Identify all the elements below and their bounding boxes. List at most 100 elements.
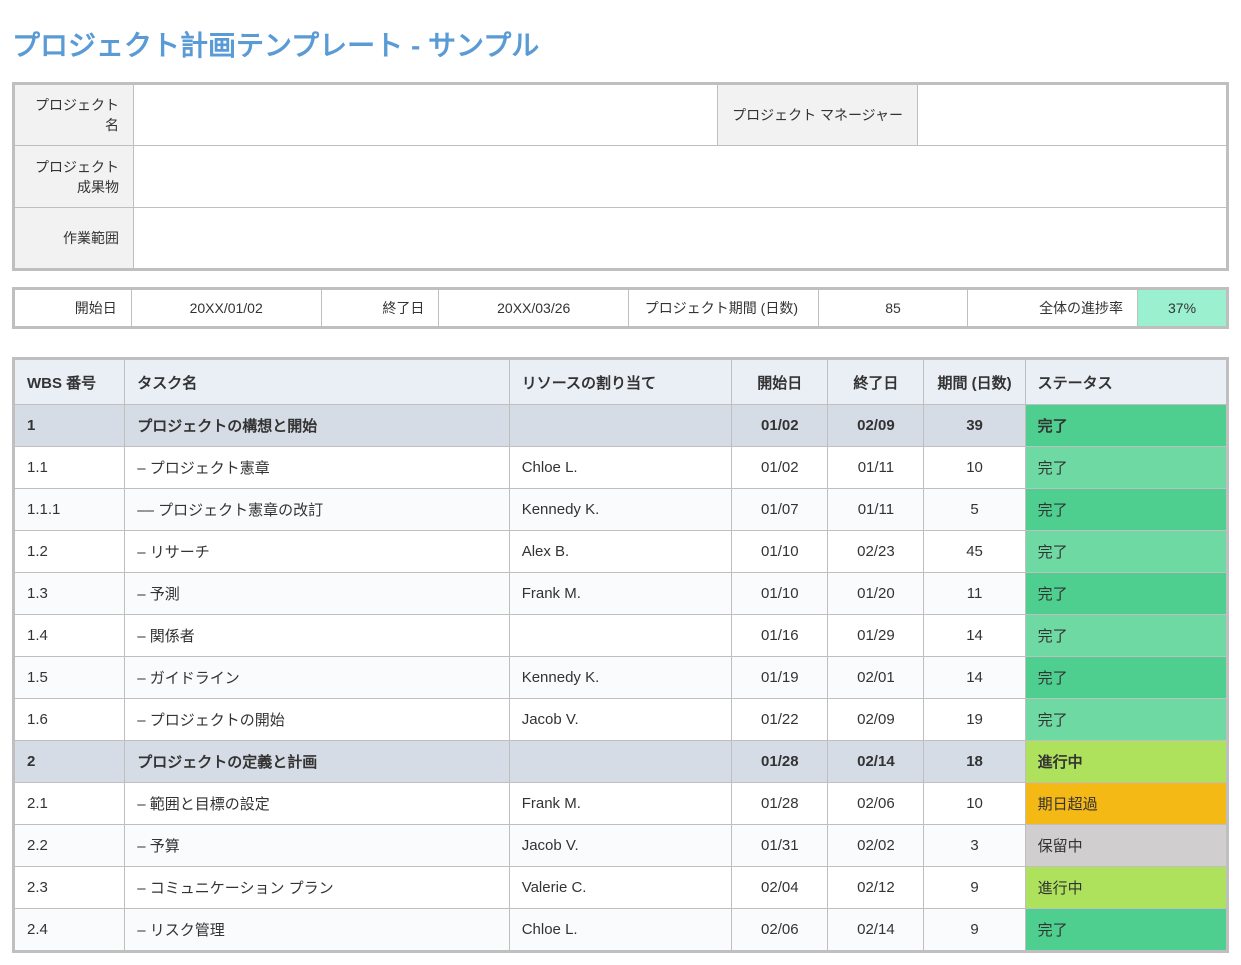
end-date-value: 20XX/03/26 <box>439 289 629 328</box>
start-date-value: 20XX/01/02 <box>131 289 321 328</box>
cell-duration: 39 <box>924 405 1025 447</box>
header-task: タスク名 <box>125 359 509 405</box>
cell-task: – コミュニケーション プラン <box>125 867 509 909</box>
cell-duration: 5 <box>924 489 1025 531</box>
scope-label: 作業範囲 <box>14 208 134 270</box>
scope-value[interactable] <box>134 208 1228 270</box>
cell-start: 01/16 <box>732 615 828 657</box>
cell-end: 02/01 <box>828 657 924 699</box>
deliverable-label: プロジェクト 成果物 <box>14 146 134 208</box>
table-row: 2プロジェクトの定義と計画01/2802/1418進行中 <box>14 741 1228 783</box>
cell-end: 01/11 <box>828 489 924 531</box>
cell-wbs: 2.4 <box>14 909 125 952</box>
header-duration: 期間 (日数) <box>924 359 1025 405</box>
cell-resource: Kennedy K. <box>509 489 732 531</box>
cell-task: – 予算 <box>125 825 509 867</box>
table-row: 1.3– 予測Frank M.01/1001/2011完了 <box>14 573 1228 615</box>
cell-duration: 14 <box>924 615 1025 657</box>
cell-end: 01/11 <box>828 447 924 489</box>
table-row: 1.1.1–– プロジェクト憲章の改訂Kennedy K.01/0701/115… <box>14 489 1228 531</box>
cell-start: 01/02 <box>732 447 828 489</box>
cell-wbs: 1.3 <box>14 573 125 615</box>
cell-duration: 9 <box>924 909 1025 952</box>
cell-duration: 18 <box>924 741 1025 783</box>
cell-status: 完了 <box>1025 657 1227 699</box>
table-row: 1プロジェクトの構想と開始01/0202/0939完了 <box>14 405 1228 447</box>
table-row: 2.1– 範囲と目標の設定Frank M.01/2802/0610期日超過 <box>14 783 1228 825</box>
cell-wbs: 1 <box>14 405 125 447</box>
cell-start: 01/10 <box>732 573 828 615</box>
cell-start: 01/31 <box>732 825 828 867</box>
cell-start: 01/10 <box>732 531 828 573</box>
header-wbs: WBS 番号 <box>14 359 125 405</box>
cell-resource: Frank M. <box>509 573 732 615</box>
cell-resource <box>509 741 732 783</box>
start-date-label: 開始日 <box>14 289 132 328</box>
cell-duration: 19 <box>924 699 1025 741</box>
cell-wbs: 1.6 <box>14 699 125 741</box>
cell-wbs: 2.2 <box>14 825 125 867</box>
cell-task: – 範囲と目標の設定 <box>125 783 509 825</box>
cell-status: 完了 <box>1025 699 1227 741</box>
cell-status: 進行中 <box>1025 867 1227 909</box>
cell-task: プロジェクトの定義と計画 <box>125 741 509 783</box>
table-row: 1.4– 関係者01/1601/2914完了 <box>14 615 1228 657</box>
cell-status: 保留中 <box>1025 825 1227 867</box>
cell-resource <box>509 615 732 657</box>
table-row: 2.4– リスク管理Chloe L.02/0602/149完了 <box>14 909 1228 952</box>
cell-end: 02/12 <box>828 867 924 909</box>
cell-wbs: 1.1 <box>14 447 125 489</box>
cell-resource: Kennedy K. <box>509 657 732 699</box>
summary-table: 開始日 20XX/01/02 終了日 20XX/03/26 プロジェクト期間 (… <box>12 287 1229 329</box>
cell-start: 01/19 <box>732 657 828 699</box>
cell-resource: Frank M. <box>509 783 732 825</box>
cell-status: 完了 <box>1025 573 1227 615</box>
cell-wbs: 2 <box>14 741 125 783</box>
project-name-value[interactable] <box>134 84 718 146</box>
header-status: ステータス <box>1025 359 1227 405</box>
cell-task: – 予測 <box>125 573 509 615</box>
cell-wbs: 1.5 <box>14 657 125 699</box>
cell-duration: 10 <box>924 447 1025 489</box>
header-end: 終了日 <box>828 359 924 405</box>
cell-end: 01/20 <box>828 573 924 615</box>
cell-duration: 10 <box>924 783 1025 825</box>
cell-status: 完了 <box>1025 405 1227 447</box>
cell-end: 02/14 <box>828 909 924 952</box>
cell-resource <box>509 405 732 447</box>
cell-wbs: 1.2 <box>14 531 125 573</box>
table-row: 1.2– リサーチAlex B.01/1002/2345完了 <box>14 531 1228 573</box>
cell-start: 01/07 <box>732 489 828 531</box>
cell-end: 01/29 <box>828 615 924 657</box>
table-row: 1.5– ガイドラインKennedy K.01/1902/0114完了 <box>14 657 1228 699</box>
table-row: 1.6– プロジェクトの開始Jacob V.01/2202/0919完了 <box>14 699 1228 741</box>
cell-status: 完了 <box>1025 909 1227 952</box>
cell-wbs: 2.3 <box>14 867 125 909</box>
cell-end: 02/23 <box>828 531 924 573</box>
cell-status: 完了 <box>1025 615 1227 657</box>
project-info-table: プロジェクト名 プロジェクト マネージャー プロジェクト 成果物 作業範囲 <box>12 82 1229 271</box>
cell-task: – リサーチ <box>125 531 509 573</box>
cell-start: 01/28 <box>732 783 828 825</box>
progress-value: 37% <box>1138 289 1228 328</box>
cell-task: – ガイドライン <box>125 657 509 699</box>
header-start: 開始日 <box>732 359 828 405</box>
cell-duration: 14 <box>924 657 1025 699</box>
cell-resource: Alex B. <box>509 531 732 573</box>
cell-resource: Valerie C. <box>509 867 732 909</box>
cell-task: – プロジェクトの開始 <box>125 699 509 741</box>
cell-status: 進行中 <box>1025 741 1227 783</box>
cell-duration: 9 <box>924 867 1025 909</box>
cell-end: 02/09 <box>828 405 924 447</box>
cell-wbs: 1.4 <box>14 615 125 657</box>
progress-label: 全体の進捗率 <box>968 289 1138 328</box>
cell-duration: 3 <box>924 825 1025 867</box>
page-title: プロジェクト計画テンプレート - サンプル <box>12 24 1229 64</box>
cell-duration: 11 <box>924 573 1025 615</box>
cell-status: 完了 <box>1025 447 1227 489</box>
cell-status: 期日超過 <box>1025 783 1227 825</box>
cell-end: 02/06 <box>828 783 924 825</box>
manager-value[interactable] <box>918 84 1228 146</box>
deliverable-value[interactable] <box>134 146 1228 208</box>
cell-task: –– プロジェクト憲章の改訂 <box>125 489 509 531</box>
